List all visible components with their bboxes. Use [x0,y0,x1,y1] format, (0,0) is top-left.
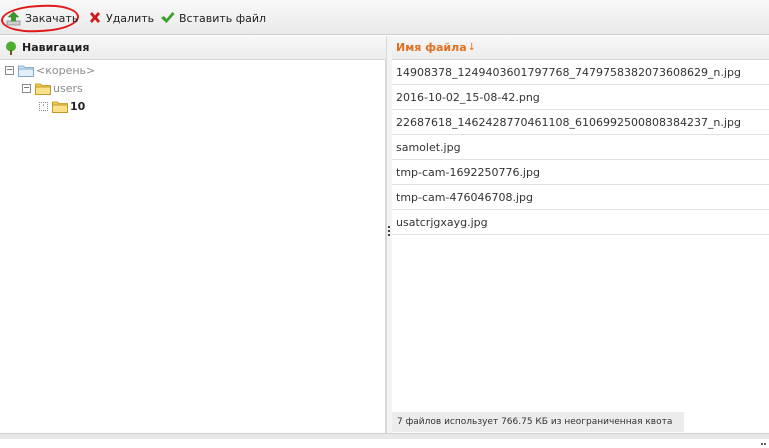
file-list-pane: Имя файла ↓ 14908378_1249403601797768_74… [392,36,769,433]
folder-icon [52,100,68,113]
status-text: 7 файлов использует 766.75 КБ из неогран… [397,417,673,427]
folder-icon [35,82,51,95]
folder-open-blue-icon [18,64,34,77]
delete-label: Удалить [106,11,155,25]
file-name: 14908378_1249403601797768_74797583820736… [396,65,741,79]
tree-node-users[interactable]: − users [22,80,83,96]
toolbar: Закачать Удалить Вставить файл [0,0,769,35]
upload-button[interactable]: Закачать [6,10,78,26]
splitter-grip-icon [388,226,390,238]
resize-grip-icon[interactable] [761,435,767,445]
file-name: 22687618_1462428770461108_61069925008083… [396,115,741,129]
delete-icon [87,11,102,26]
file-row[interactable]: usatcrjgxayg.jpg [392,210,769,235]
file-name: 2016-10-02_15-08-42.png [396,90,540,104]
navigation-header: Навигация [0,36,386,60]
file-row[interactable]: 22687618_1462428770461108_61069925008083… [392,110,769,135]
filename-column-title: Имя файла [396,41,467,54]
paste-file-button[interactable]: Вставить файл [160,10,266,26]
file-name: samolet.jpg [396,140,461,154]
file-row[interactable]: 14908378_1249403601797768_74797583820736… [392,60,769,85]
upload-label: Закачать [25,11,79,25]
paste-file-label: Вставить файл [179,11,267,25]
file-row[interactable]: tmp-cam-1692250776.jpg [392,160,769,185]
tree-node-label: users [53,81,83,95]
sort-arrow-icon: ↓ [467,42,477,53]
upload-icon [6,11,21,26]
delete-button[interactable]: Удалить [87,10,154,26]
filename-column-header[interactable]: Имя файла ↓ [392,36,769,60]
file-row[interactable]: samolet.jpg [392,135,769,160]
collapse-toggle[interactable]: − [5,65,14,75]
checkmark-icon [160,11,175,26]
file-name: tmp-cam-476046708.jpg [396,190,533,204]
tree-node-label: 10 [70,99,86,113]
tree-node-label: <корень> [36,63,96,77]
tree-node-10[interactable]: · 10 [39,98,85,114]
tree-node-root[interactable]: − <корень> [5,62,95,78]
navigation-pane: Навигация − <корень> − users · 10 [0,36,386,433]
status-bar: 7 файлов использует 766.75 КБ из неогран… [392,412,684,432]
file-row[interactable]: 2016-10-02_15-08-42.png [392,85,769,110]
file-row[interactable]: tmp-cam-476046708.jpg [392,185,769,210]
bottom-resize-bar [0,433,769,445]
collapse-toggle[interactable]: − [22,83,31,93]
expand-toggle[interactable]: · [39,101,48,111]
file-name: tmp-cam-1692250776.jpg [396,165,540,179]
tree-icon [4,41,18,55]
file-name: usatcrjgxayg.jpg [396,215,488,229]
navigation-title: Навигация [22,41,90,54]
